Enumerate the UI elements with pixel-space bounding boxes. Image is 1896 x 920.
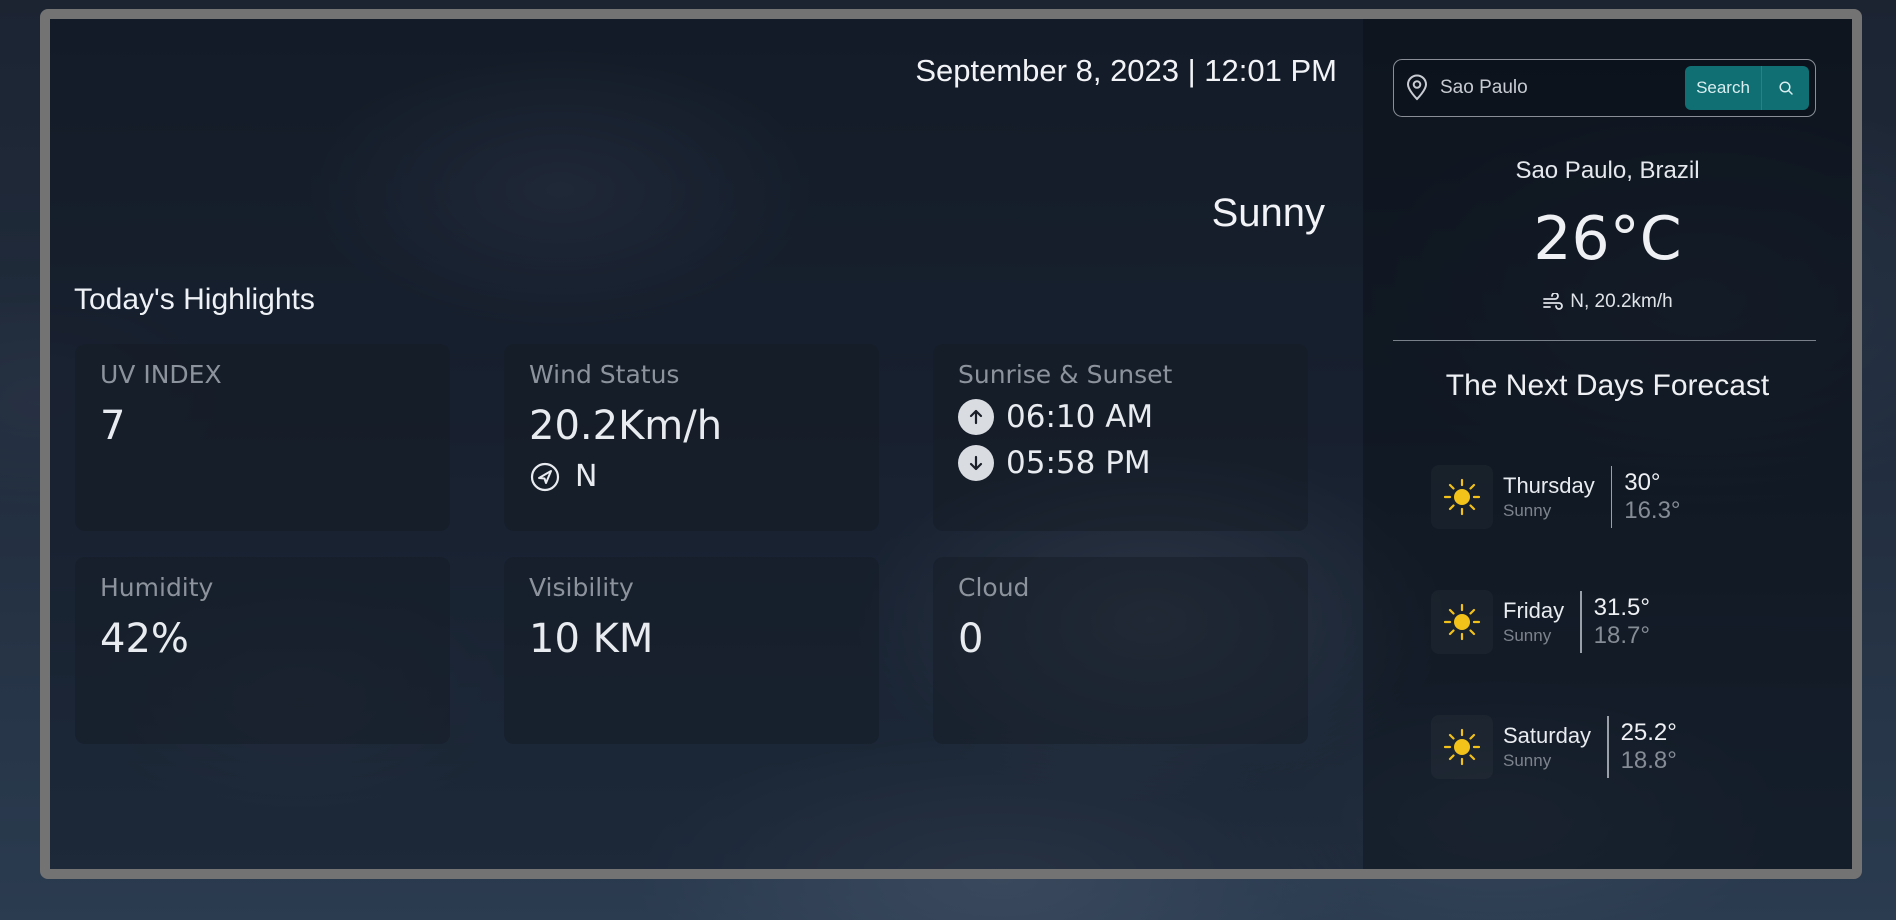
sunrise-row: 06:10 AM bbox=[958, 399, 1283, 435]
uv-index-label: UV INDEX bbox=[100, 360, 222, 389]
wind-direction-value: N bbox=[575, 459, 598, 494]
forecast-low: 18.8° bbox=[1620, 747, 1677, 774]
forecast-low: 16.3° bbox=[1624, 497, 1681, 524]
search-input[interactable] bbox=[1440, 60, 1685, 116]
sun-icon bbox=[1431, 590, 1493, 654]
sunset-row: 05:58 PM bbox=[958, 445, 1283, 481]
forecast-day: Thursday bbox=[1503, 473, 1595, 498]
wind-status-label: Wind Status bbox=[529, 360, 680, 389]
sunrise-sunset-label: Sunrise & Sunset bbox=[958, 360, 1173, 389]
current-location: Sao Paulo, Brazil bbox=[1515, 157, 1700, 184]
forecast-condition: Sunny bbox=[1503, 751, 1552, 770]
forecast-item: Thursday Sunny 30° 16.3° bbox=[1431, 465, 1681, 529]
sunrise-time: 06:10 AM bbox=[1006, 399, 1154, 435]
forecast-item: Saturday Sunny 25.2° 18.8° bbox=[1431, 715, 1677, 779]
divider bbox=[1393, 340, 1816, 341]
sun-icon bbox=[1431, 465, 1493, 529]
sunset-time: 05:58 PM bbox=[1006, 445, 1151, 481]
forecast-condition: Sunny bbox=[1503, 501, 1552, 520]
current-wind: N, 20.2km/h bbox=[1363, 291, 1852, 313]
forecast-high: 25.2° bbox=[1620, 719, 1677, 746]
current-temperature: 26°C bbox=[1533, 204, 1682, 274]
search-button[interactable]: Search bbox=[1685, 66, 1761, 110]
highlights-title: Today's Highlights bbox=[74, 283, 315, 316]
visibility-label: Visibility bbox=[529, 573, 634, 602]
uv-index-card: UV INDEX 7 bbox=[75, 344, 450, 531]
forecast-condition: Sunny bbox=[1503, 626, 1552, 645]
wind-icon bbox=[1542, 293, 1564, 311]
cloud-label: Cloud bbox=[958, 573, 1030, 602]
current-condition: Sunny bbox=[1211, 191, 1325, 235]
arrow-down-circle-icon bbox=[958, 445, 994, 481]
visibility-card: Visibility 10 KM bbox=[504, 557, 879, 744]
forecast-title: The Next Days Forecast bbox=[1445, 369, 1770, 402]
current-wind-value: N, 20.2km/h bbox=[1570, 291, 1673, 312]
side-panel: Search Sao Paulo, Brazil 26°C N, 20.2km/… bbox=[1363, 19, 1852, 869]
uv-index-value: 7 bbox=[100, 403, 126, 449]
wind-status-value: 20.2Km/h bbox=[529, 403, 723, 449]
search-bar: Search bbox=[1393, 59, 1816, 117]
forecast-separator bbox=[1580, 591, 1582, 653]
forecast-high: 30° bbox=[1624, 469, 1661, 496]
forecast-item: Friday Sunny 31.5° 18.7° bbox=[1431, 590, 1650, 654]
forecast-day: Saturday bbox=[1503, 723, 1592, 748]
map-pin-icon bbox=[1404, 74, 1430, 102]
forecast-separator bbox=[1610, 466, 1613, 528]
cloud-value: 0 bbox=[958, 616, 984, 662]
visibility-value: 10 KM bbox=[529, 616, 654, 662]
arrow-up-circle-icon bbox=[958, 399, 994, 435]
sun-icon bbox=[1431, 715, 1493, 779]
current-datetime: September 8, 2023 | 12:01 PM bbox=[915, 53, 1337, 88]
humidity-label: Humidity bbox=[100, 573, 214, 602]
sunrise-sunset-card: Sunrise & Sunset 06:10 AM 05:58 PM bbox=[933, 344, 1308, 531]
humidity-card: Humidity 42% bbox=[75, 557, 450, 744]
wind-direction: N bbox=[529, 459, 854, 494]
cloud-card: Cloud 0 bbox=[933, 557, 1308, 744]
search-icon bbox=[1778, 80, 1794, 96]
app-frame: September 8, 2023 | 12:01 PM Sunny Today… bbox=[40, 9, 1862, 879]
navigation-arrow-icon bbox=[529, 461, 561, 493]
main-panel: September 8, 2023 | 12:01 PM Sunny Today… bbox=[50, 19, 1363, 869]
forecast-high: 31.5° bbox=[1593, 594, 1650, 621]
wind-status-card: Wind Status 20.2Km/h N bbox=[504, 344, 879, 531]
humidity-value: 42% bbox=[100, 616, 189, 662]
search-icon-button[interactable] bbox=[1761, 66, 1809, 110]
forecast-low: 18.7° bbox=[1593, 622, 1650, 649]
forecast-day: Friday bbox=[1503, 598, 1565, 623]
forecast-separator bbox=[1607, 716, 1609, 778]
